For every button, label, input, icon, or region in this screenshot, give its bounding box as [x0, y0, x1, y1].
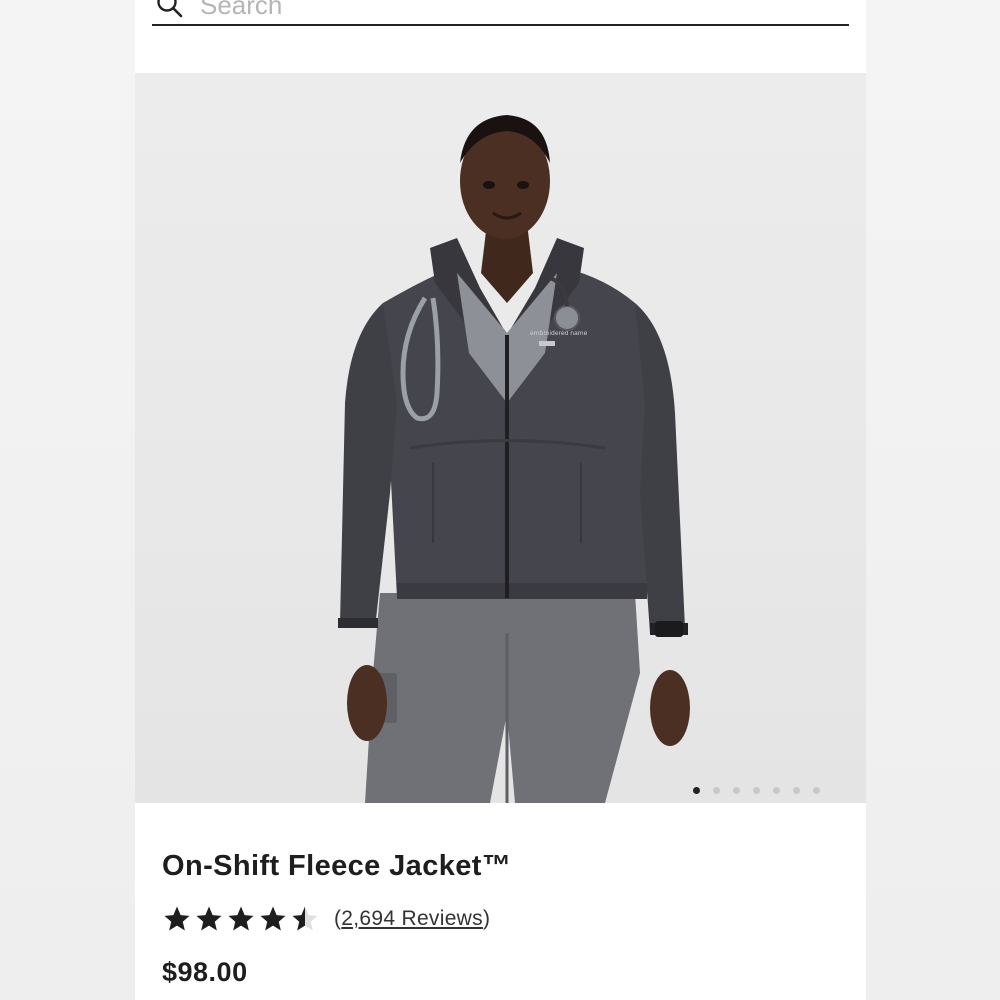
star-full-icon — [228, 906, 254, 931]
carousel-dot[interactable] — [773, 786, 780, 794]
page-background-left — [0, 0, 135, 1000]
page-background-right — [866, 0, 1000, 1000]
star-full-icon — [196, 906, 222, 931]
star-full-icon — [260, 906, 286, 931]
reviews-count-label[interactable]: 2,694 Reviews — [341, 907, 483, 930]
star-half-icon — [292, 906, 318, 931]
product-image-carousel[interactable]: embroidered name — [135, 73, 866, 803]
star-full-icon — [164, 906, 190, 931]
carousel-dot[interactable] — [733, 786, 740, 794]
product-photo: embroidered name — [338, 115, 690, 803]
svg-text:embroidered name: embroidered name — [530, 330, 588, 337]
carousel-dot[interactable] — [693, 786, 700, 794]
product-rating[interactable]: (2,694 Reviews) — [162, 902, 490, 936]
carousel-dot[interactable] — [753, 786, 760, 794]
carousel-dot[interactable] — [793, 786, 800, 794]
search-bar[interactable] — [152, 0, 849, 26]
reviews-close-paren: ) — [482, 907, 491, 930]
mobile-product-page: embroidered name On-Shift Fleece Jacket™ — [135, 0, 866, 1000]
carousel-dot[interactable] — [813, 786, 820, 794]
carousel-pagination[interactable] — [693, 785, 820, 795]
search-input[interactable] — [200, 0, 760, 21]
search-icon[interactable] — [156, 0, 184, 19]
reviews-link[interactable]: (2,694 Reviews) — [334, 907, 490, 931]
product-title: On-Shift Fleece Jacket™ — [162, 850, 512, 882]
carousel-dot[interactable] — [713, 786, 720, 794]
rating-stars — [162, 904, 320, 934]
product-price: $98.00 — [162, 957, 248, 987]
